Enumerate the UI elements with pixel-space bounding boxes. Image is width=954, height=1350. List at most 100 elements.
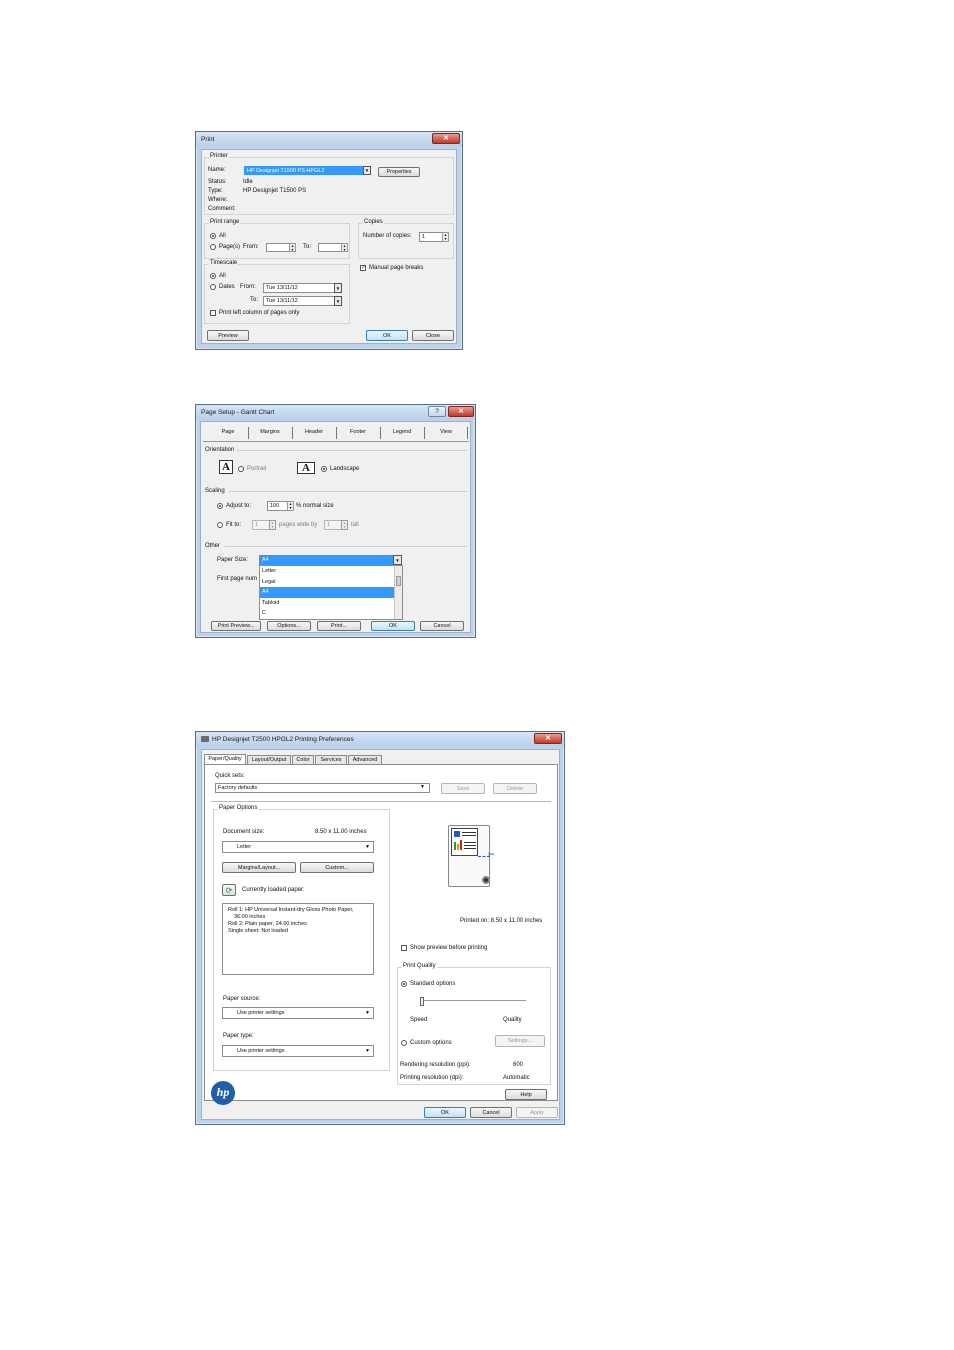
printer-name-select[interactable]: HP Designjet T1500 PS HPGL2 [244,166,370,175]
range-pages-radio[interactable] [210,244,216,250]
fit-wide-stepper[interactable]: ▲ ▼ [269,520,276,530]
close-icon[interactable]: ✕ [448,406,474,417]
paper-source-label: Paper source: [223,996,261,1002]
chevron-down-icon[interactable]: ▼ [365,1048,370,1054]
timescale-all-label: All [219,273,226,279]
list-item[interactable]: A4 [260,587,402,598]
tab-separator [292,427,293,439]
timescale-to-dropdown-icon[interactable]: ▼ [334,296,342,306]
ok-button[interactable]: OK [366,330,408,341]
chevron-down-icon[interactable]: ▼ [363,166,371,175]
ok-button[interactable]: OK [424,1107,466,1118]
chevron-down-icon[interactable]: ▼ [393,555,402,565]
speed-quality-slider[interactable] [420,997,526,1006]
loaded-paper-label: Currently loaded paper: [242,887,305,893]
chevron-down-icon[interactable]: ▼ [365,1010,370,1016]
timescale-from-dropdown-icon[interactable]: ▼ [334,283,342,293]
list-item[interactable]: C [260,608,402,619]
list-item[interactable]: Tabloid [260,598,402,609]
landscape-radio[interactable] [321,466,327,472]
close-button[interactable]: Close [412,330,454,341]
comment-label: Comment: [208,206,236,212]
hp-logo-badge: hp [211,1081,235,1105]
margins-layout-button[interactable]: Margins/Layout... [222,862,296,873]
orientation-divider [237,450,467,451]
quick-sets-select[interactable]: Factory defaults [215,783,430,793]
left-column-checkbox[interactable] [210,310,216,316]
standard-options-radio[interactable] [401,981,407,987]
portrait-label: Portrait [247,466,267,472]
tab-header[interactable]: Header [297,429,331,435]
document-size-select[interactable]: Letter [222,841,374,853]
timescale-all-radio[interactable] [210,273,216,279]
adjust-radio[interactable] [217,503,223,509]
paper-source-select[interactable]: Use printer settings [222,1007,374,1019]
chevron-down-icon[interactable]: ▼ [420,784,425,790]
tab-separator [424,427,425,439]
custom-options-radio[interactable] [401,1040,407,1046]
tab-services[interactable]: Services [315,755,347,764]
cancel-button[interactable]: Cancel [420,621,464,631]
adjust-input[interactable]: 100 [267,501,289,511]
custom-button[interactable]: Custom... [300,862,374,873]
options-button[interactable]: Options... [267,621,311,631]
copies-stepper[interactable]: ▲ ▼ [442,232,449,242]
paper-options-label: Paper Options [218,805,259,811]
timescale-from-input[interactable]: Tue 13/11/12 [263,283,341,293]
list-item[interactable]: Legal [260,577,402,588]
portrait-radio[interactable] [238,466,244,472]
preview-button[interactable]: Preview [207,330,249,341]
close-icon[interactable]: ✕ [432,133,460,144]
ok-button[interactable]: OK [371,621,415,631]
paper-size-select[interactable]: A4 [259,555,394,565]
tab-advanced[interactable]: Advanced [348,755,382,764]
tab-margins[interactable]: Margins [253,429,287,435]
portrait-icon: A [219,460,233,474]
delete-label: Delete [507,785,523,792]
settings-button[interactable]: Settings... [495,1035,545,1047]
help-icon[interactable]: ? [428,406,446,417]
tab-footer[interactable]: Footer [341,429,375,435]
tab-page[interactable]: Page [213,429,243,435]
cancel-button[interactable]: Cancel [470,1107,512,1118]
delete-button[interactable]: Delete [493,783,537,794]
tab-layout-output[interactable]: Layout/Output [247,755,291,764]
fit-tall-input[interactable]: 1 [324,520,342,530]
adjust-value: 100 [270,503,280,509]
apply-button[interactable]: Apply [516,1107,558,1118]
refresh-icon[interactable]: ⟳ [222,884,236,896]
range-all-radio[interactable] [210,233,216,239]
help-button[interactable]: Help [505,1089,547,1100]
range-from-stepper[interactable]: ▲ ▼ [289,243,296,252]
print-preview-button[interactable]: Print Preview... [211,621,261,631]
fit-tall-stepper[interactable]: ▲ ▼ [341,520,348,530]
tab-view[interactable]: View [429,429,463,435]
tab-legend[interactable]: Legend [385,429,419,435]
normal-size-label: % normal size [296,503,334,509]
properties-button[interactable]: Properties [378,167,420,177]
list-item[interactable]: Letter [260,566,402,577]
fit-wide-input[interactable]: 1 [252,520,270,530]
adjust-stepper[interactable]: ▲ ▼ [287,501,294,511]
copies-input[interactable]: 1 [419,232,443,242]
page-setup-dialog: Page Setup - Gantt Chart ? ✕ Page Margin… [195,404,476,638]
printer-icon [201,736,209,742]
slider-thumb[interactable] [420,997,424,1006]
range-to-stepper[interactable]: ▲ ▼ [341,243,348,252]
paper-type-select[interactable]: Use printer settings [222,1045,374,1057]
show-preview-checkbox[interactable] [401,945,407,951]
chevron-down-icon[interactable]: ▼ [365,844,370,850]
fit-radio[interactable] [217,522,223,528]
close-icon[interactable]: ✕ [534,733,562,744]
timescale-dates-radio[interactable] [210,284,216,290]
scrollbar[interactable] [394,566,402,619]
tab-color[interactable]: Color [292,755,314,764]
paper-size-list[interactable]: Letter Legal A4 Tabloid C [259,565,403,620]
loaded-paper-line: 36.00 inches [234,914,266,920]
save-button[interactable]: Save [441,783,485,794]
timescale-to-input[interactable]: Tue 13/11/12 [263,296,341,306]
print-button[interactable]: Print... [317,621,361,631]
tab-paper-quality[interactable]: Paper/Quality [204,754,246,764]
manual-breaks-checkbox[interactable]: ✓ [360,265,366,271]
margins-layout-label: Margins/Layout... [237,864,281,871]
